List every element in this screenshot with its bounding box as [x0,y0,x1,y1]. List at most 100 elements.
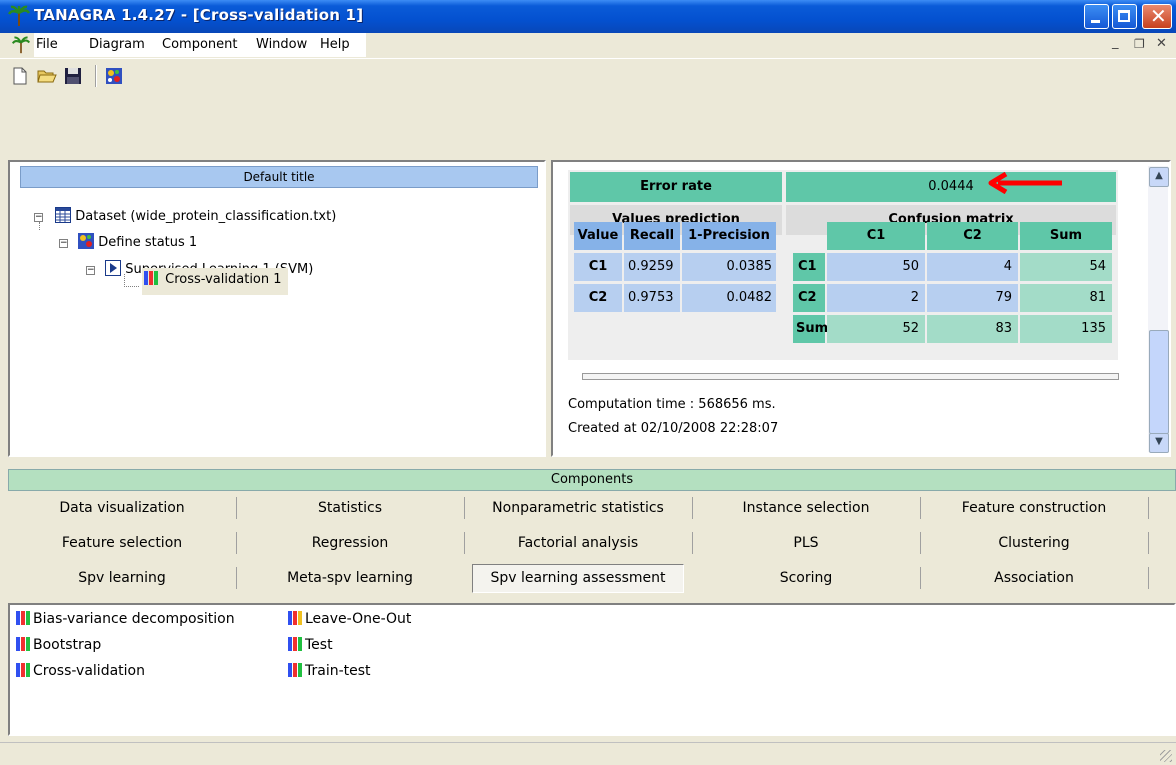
tree-header: Default title [20,166,538,188]
vp-header-value: Value [574,222,622,250]
save-icon[interactable] [64,67,82,85]
tab-scoring[interactable]: Scoring [692,564,920,592]
menu-help[interactable]: Help [320,37,350,52]
vp-header-precision: 1-Precision [682,222,776,250]
vp-cell: 0.0482 [682,284,776,312]
vertical-scrollbar[interactable]: ▲ ▼ [1148,166,1169,453]
mdi-close-icon[interactable]: ✕ [1156,36,1167,51]
tab-meta-spv-learning[interactable]: Meta-spv learning [236,564,464,592]
tab-association[interactable]: Association [920,564,1148,592]
scroll-up-button[interactable]: ▲ [1149,167,1169,187]
tab-separator [236,567,237,589]
tab-separator [1148,497,1149,519]
collapse-icon[interactable]: − [34,213,43,222]
tree-node-cross-validation[interactable]: Cross-validation 1 [142,268,288,295]
red-arrow-icon [988,172,1062,194]
collapse-icon[interactable]: − [59,239,68,248]
tab-statistics[interactable]: Statistics [236,494,464,522]
tab-separator [920,567,921,589]
cm-row-label: Sum [793,315,828,343]
tab-factorial-analysis[interactable]: Factorial analysis [464,529,692,557]
tab-nonparametric-statistics[interactable]: Nonparametric statistics [464,494,692,522]
app-menu-icon[interactable] [12,36,30,54]
tree-node-label: Define status 1 [98,235,198,250]
cm-cell: 83 [927,315,1018,343]
component-cross-validation[interactable]: Cross-validation [16,662,145,679]
cm-cell: 2 [827,284,925,312]
menu-diagram[interactable]: Diagram [89,37,145,52]
computation-time: Computation time : 568656 ms. [568,397,776,412]
component-bootstrap[interactable]: Bootstrap [16,636,101,653]
cm-cell: 54 [1020,253,1112,281]
vp-cell: C2 [574,284,622,312]
component-icon [288,610,304,626]
mdi-restore-icon[interactable]: ❐ [1134,37,1145,51]
define-status-icon [78,233,95,249]
tab-separator [464,497,465,519]
component-icon [288,636,304,652]
mdi-minimize-icon[interactable]: _ [1112,35,1119,50]
tab-instance-selection[interactable]: Instance selection [692,494,920,522]
tree-node-define-status[interactable]: − Define status 1 [59,233,197,250]
vp-cell: 0.9259 [624,253,680,281]
component-icon [16,636,32,652]
tab-pls[interactable]: PLS [692,529,920,557]
maximize-button[interactable] [1112,4,1137,29]
vp-header-recall: Recall [624,222,680,250]
new-icon[interactable] [12,67,28,85]
open-icon[interactable] [37,68,57,84]
component-label: Train-test [305,663,371,679]
vp-cell: 0.0385 [682,253,776,281]
tab-separator [920,497,921,519]
component-label: Test [305,637,333,653]
tab-spv-learning[interactable]: Spv learning [8,564,236,592]
title-bar[interactable]: TANAGRA 1.4.27 - [Cross-validation 1] ✕ [0,0,1176,33]
tree-line [124,274,139,287]
cm-header-c2: C2 [927,222,1018,250]
tree-node-dataset[interactable]: − Dataset (wide_protein_classification.t… [34,207,336,224]
cm-cell: 81 [1020,284,1112,312]
component-label: Leave-One-Out [305,611,412,627]
tab-separator [692,497,693,519]
collapse-icon[interactable]: − [86,266,95,275]
component-test[interactable]: Test [288,636,333,653]
tree-node-label: Dataset (wide_protein_classification.txt… [75,209,337,224]
menu-file[interactable]: File [36,37,58,52]
tanagra-logo-icon [8,5,30,26]
window-title: TANAGRA 1.4.27 - [Cross-validation 1] [34,6,364,24]
component-icon [16,610,32,626]
component-train-test[interactable]: Train-test [288,662,371,679]
scroll-thumb[interactable] [1149,330,1169,434]
menu-window[interactable]: Window [256,37,307,52]
cm-header-c1: C1 [827,222,925,250]
top-border [0,92,1176,160]
close-button[interactable]: ✕ [1142,4,1172,29]
tab-feature-construction[interactable]: Feature construction [920,494,1148,522]
cm-cell: 4 [927,253,1018,281]
cm-row-label: C2 [793,284,825,312]
minimize-button[interactable] [1084,4,1109,29]
component-bias-variance[interactable]: Bias-variance decomposition [16,610,235,627]
tab-feature-selection[interactable]: Feature selection [8,529,236,557]
tree-node-label: Cross-validation 1 [165,272,282,287]
toolbar-separator [95,65,97,87]
tab-spv-learning-assessment[interactable]: Spv learning assessment [472,564,684,593]
tab-separator [692,532,693,554]
horizontal-scroll-track[interactable] [582,373,1119,380]
diagram-icon[interactable] [104,66,124,86]
component-icon [16,662,32,678]
menu-component[interactable]: Component [162,37,237,52]
scroll-down-button[interactable]: ▼ [1149,433,1169,453]
tab-regression[interactable]: Regression [236,529,464,557]
play-icon [105,260,122,276]
tab-separator [1148,532,1149,554]
menu-bar: File Diagram Component Window Help _ ❐ ✕ [0,33,1176,57]
component-leave-one-out[interactable]: Leave-One-Out [288,610,411,627]
tab-clustering[interactable]: Clustering [920,529,1148,557]
vp-cell: C1 [574,253,622,281]
resize-grip-icon[interactable] [1160,750,1172,762]
tab-separator [1148,567,1149,589]
tab-data-visualization[interactable]: Data visualization [8,494,236,522]
dataset-icon [55,207,72,223]
status-bar [0,742,1176,765]
